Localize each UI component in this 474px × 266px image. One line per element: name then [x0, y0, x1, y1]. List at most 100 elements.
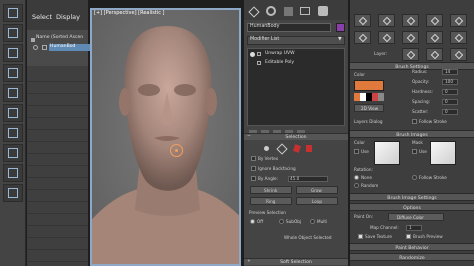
- scatter-value: 0: [445, 109, 448, 114]
- tree-row[interactable]: HumanBod: [29, 44, 90, 51]
- stack-item[interactable]: Editable Poly: [248, 60, 344, 67]
- rotation-follow-radio[interactable]: [412, 175, 417, 180]
- select-icon: [8, 8, 18, 18]
- vertex-mode-icon[interactable]: [264, 146, 269, 151]
- object-color-swatch[interactable]: [336, 23, 345, 32]
- paint-behavior-header[interactable]: Paint Behavior: [350, 243, 474, 251]
- viewport-label[interactable]: [+] [Perspective] [Realistic ]: [94, 11, 165, 16]
- rotation-none-radio[interactable]: [354, 175, 359, 180]
- burn-icon: [382, 33, 392, 43]
- object-icon: [42, 45, 47, 50]
- viewport-canvas-panel: Layer: Brush Settings Color 2D View Laye…: [350, 0, 474, 266]
- brush-images-header[interactable]: Brush Images: [350, 130, 474, 138]
- brush-image-settings-header[interactable]: Brush Image Settings: [350, 193, 474, 201]
- layers-dialog-label[interactable]: Layers Dialog: [354, 119, 383, 124]
- layer-visibility-button[interactable]: [426, 48, 443, 61]
- stack-item[interactable]: Unwrap UVW: [248, 51, 344, 58]
- layer-tool-button[interactable]: [3, 124, 23, 142]
- brush-preview-label: Brush Preview: [413, 233, 443, 239]
- dodge-icon: [358, 33, 368, 43]
- ignore-backfacing-checkbox[interactable]: [251, 166, 256, 171]
- shrink-button[interactable]: Shrink: [250, 186, 292, 194]
- polygon-mode-icon[interactable]: [292, 144, 302, 153]
- select-tool-button[interactable]: [3, 4, 23, 22]
- brush-color-swatch[interactable]: [354, 80, 384, 91]
- hierarchy-icon[interactable]: [284, 7, 293, 16]
- burn-tool-button[interactable]: [378, 31, 395, 44]
- randomize-header[interactable]: Randomize: [350, 253, 474, 261]
- use-color-image-checkbox[interactable]: [354, 149, 359, 154]
- display-icon[interactable]: [318, 6, 328, 16]
- selection-rollout-header[interactable]: − Selection: [244, 133, 348, 140]
- menu-display[interactable]: Display: [56, 14, 80, 21]
- by-vertex-checkbox[interactable]: [251, 156, 256, 161]
- rotate-tool-button[interactable]: [3, 44, 23, 62]
- save-texture-checkbox[interactable]: [358, 234, 363, 239]
- paint-tool-button[interactable]: [354, 14, 371, 27]
- list-row: [27, 214, 88, 226]
- soft-selection-rollout-header[interactable]: + Soft Selection: [244, 258, 348, 265]
- grow-button[interactable]: Grow: [296, 186, 338, 194]
- smear-tool-button[interactable]: [426, 14, 443, 27]
- perspective-viewport[interactable]: [+] [Perspective] [Realistic ]: [90, 8, 241, 266]
- loop-label: Loop: [312, 199, 323, 204]
- sharpen-tool-button[interactable]: [426, 31, 443, 44]
- list-row: [27, 130, 88, 142]
- preview-multi-radio[interactable]: [310, 219, 315, 224]
- contrast-tool-button[interactable]: [450, 31, 467, 44]
- mask-image-slot[interactable]: [430, 141, 456, 165]
- snap-tool-button[interactable]: [3, 104, 23, 122]
- rotation-random-radio[interactable]: [354, 183, 359, 188]
- preview-subobj-radio[interactable]: [279, 219, 284, 224]
- render-tool-button[interactable]: [3, 164, 23, 182]
- rotation-none-label: None: [361, 174, 372, 180]
- follow-stroke-label: Follow Stroke: [419, 118, 447, 124]
- dodge-tool-button[interactable]: [354, 31, 371, 44]
- brush-preview-checkbox[interactable]: [406, 234, 411, 239]
- use-color-label: Use: [361, 148, 369, 154]
- lightbulb-icon[interactable]: [250, 52, 255, 57]
- by-angle-checkbox[interactable]: [251, 176, 256, 181]
- move-tool-button[interactable]: [3, 24, 23, 42]
- element-mode-icon[interactable]: [306, 145, 312, 152]
- layer-add-icon: [406, 50, 416, 60]
- use-mask-checkbox[interactable]: [412, 149, 417, 154]
- modify-icon[interactable]: [266, 6, 276, 16]
- 2d-view-button[interactable]: 2D View: [354, 104, 384, 112]
- bump-tool-button[interactable]: [402, 31, 419, 44]
- paint-behavior-title: Paint Behavior: [395, 245, 429, 251]
- fill-tool-button[interactable]: [402, 14, 419, 27]
- layer-options-button[interactable]: [450, 48, 467, 61]
- motion-icon[interactable]: [300, 7, 310, 15]
- preview-off-radio[interactable]: [250, 219, 255, 224]
- swatch[interactable]: [378, 93, 384, 101]
- paint-brush-icon: [358, 16, 368, 26]
- link-tool-button[interactable]: [3, 84, 23, 102]
- material-tool-button[interactable]: [3, 184, 23, 202]
- link-icon: [8, 88, 18, 98]
- blur-tool-button[interactable]: [450, 14, 467, 27]
- color-image-slot[interactable]: [374, 141, 400, 165]
- filter-tool-button[interactable]: [3, 144, 23, 162]
- follow-stroke-checkbox[interactable]: [412, 119, 417, 124]
- rotation-label: Rotation:: [354, 167, 373, 172]
- expand-icon[interactable]: [257, 52, 261, 56]
- loop-button[interactable]: Loop: [296, 197, 338, 205]
- menu-select[interactable]: Select: [32, 14, 52, 21]
- list-row: [27, 238, 88, 250]
- expand-icon[interactable]: [257, 61, 261, 65]
- diffuse-color-dropdown[interactable]: Diffuse Color: [388, 213, 444, 221]
- opacity-label: Opacity:: [412, 79, 430, 84]
- brush-cursor-center: [175, 149, 178, 152]
- scale-tool-button[interactable]: [3, 64, 23, 82]
- head-render: [92, 10, 239, 264]
- scatter-label: Scatter:: [412, 109, 429, 114]
- edge-mode-icon[interactable]: [276, 143, 288, 155]
- ring-button[interactable]: Ring: [250, 197, 292, 205]
- scale-icon: [8, 68, 18, 78]
- brush-color-image-label: Color: [354, 140, 365, 145]
- options-header[interactable]: Options: [350, 203, 474, 211]
- clone-tool-button[interactable]: [378, 14, 395, 27]
- layer-add-button[interactable]: [402, 48, 419, 61]
- column-header[interactable]: Name (Sorted Ascen: [36, 35, 83, 41]
